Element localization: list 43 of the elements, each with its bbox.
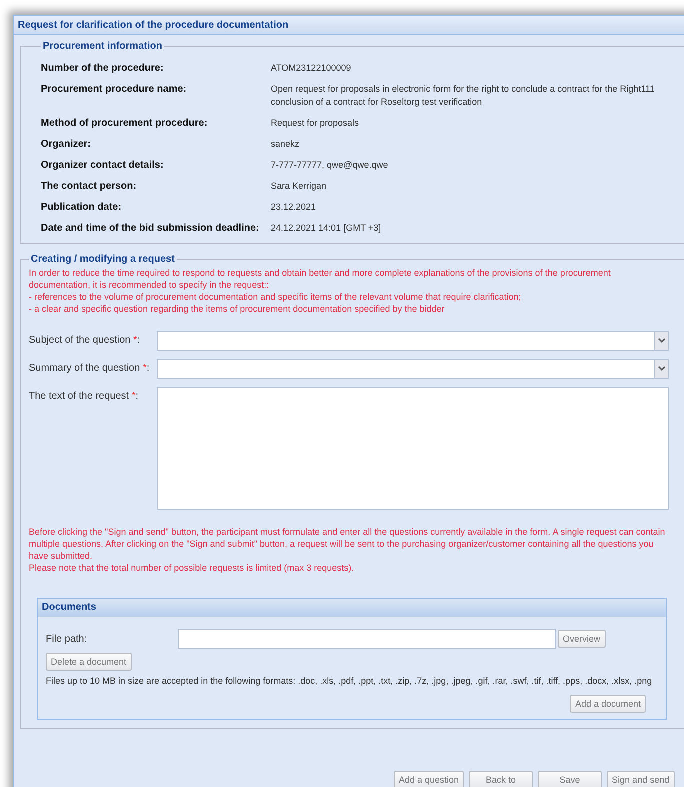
overview-button[interactable]: Overview <box>558 630 606 648</box>
info-value: sanekz <box>271 138 301 151</box>
info-label: Organizer contact details: <box>41 159 165 172</box>
dropdown-field[interactable] <box>157 359 669 379</box>
warning-text: Before clicking the "Sign and send" button, the participant must formulate and enter all the questions currently available in the form. A single request can contain multiple questions. After clicking on the "Sign and submit" button, a request will be sent to the purchasing organizer/customer containing all the questions you have submitted. <box>29 526 666 562</box>
info-label: Publication date: <box>41 201 123 214</box>
add-document-button[interactable]: Add a document <box>570 695 646 713</box>
window-title: Request for clarification of the procedure documentation <box>14 16 684 35</box>
info-label: Date and time of the bid submission deadline: <box>41 222 260 235</box>
action-button[interactable]: Save <box>538 771 602 787</box>
action-button[interactable]: Sign and send <box>607 771 675 787</box>
section-legend: Procurement information <box>41 39 164 54</box>
notice-text: - a clear and specific question regarding the items of procurement documentation specified by the bidder <box>29 303 446 315</box>
field-label: The text of the request *: <box>29 390 140 403</box>
info-label: Organizer: <box>41 138 92 151</box>
action-button[interactable]: Back to <box>469 771 534 787</box>
caret-icon <box>654 332 668 350</box>
file-format-hint: Files up to 10 MB in size are accepted in the following formats: .doc, .xls, .pdf, .ppt, .txt, .zip, .7z, .jpg, .jpeg, .gif, .rar, .swf, .tif, .tiff, .pps, .docx, .xlsx, .png <box>46 675 654 687</box>
panel-header: Documents <box>38 599 666 617</box>
info-value: ATOM23122100009 <box>271 62 352 75</box>
info-label: Number of the procedure: <box>41 62 165 75</box>
info-label: Procurement procedure name: <box>41 83 188 97</box>
warning-text: Please note that the total number of possible requests is limited (max 3 requests). <box>29 562 356 574</box>
delete-document-button[interactable]: Delete a document <box>46 653 132 671</box>
dropdown-field[interactable] <box>157 331 669 351</box>
notice-text: In order to reduce the time required to respond to requests and obtain better and more complete explanations of the provisions of the procurement documentation, it is recommended to specify in the request:: <box>29 267 612 291</box>
info-value: 24.12.2021 14:01 [GMT +3] <box>271 222 382 235</box>
field-label: Summary of the question *: <box>29 362 151 375</box>
info-label: The contact person: <box>41 180 138 193</box>
action-button[interactable]: Add a question <box>394 771 464 787</box>
caret-icon <box>654 360 668 378</box>
field-label: Subject of the question *: <box>29 334 142 347</box>
info-value: 23.12.2021 <box>271 201 318 214</box>
info-value: Request for proposals <box>271 117 360 130</box>
field-label: File path: <box>46 632 88 646</box>
info-value: 7-777-77777, qwe@qwe.qwe <box>271 159 390 172</box>
file-path-field[interactable] <box>178 629 556 649</box>
section-legend: Creating / modifying a request <box>29 252 177 267</box>
info-value: Open request for proposals in electronic form for the right to conclude a contract for the Right111 conclusion of a contract for Roseltorg test verification <box>271 83 656 109</box>
request-text-field[interactable] <box>157 387 669 510</box>
info-label: Method of procurement procedure: <box>41 117 209 130</box>
info-value: Sara Kerrigan <box>271 180 328 193</box>
notice-text: - references to the volume of procurement documentation and specific items of the relevant volume that require clarification; <box>29 291 522 303</box>
